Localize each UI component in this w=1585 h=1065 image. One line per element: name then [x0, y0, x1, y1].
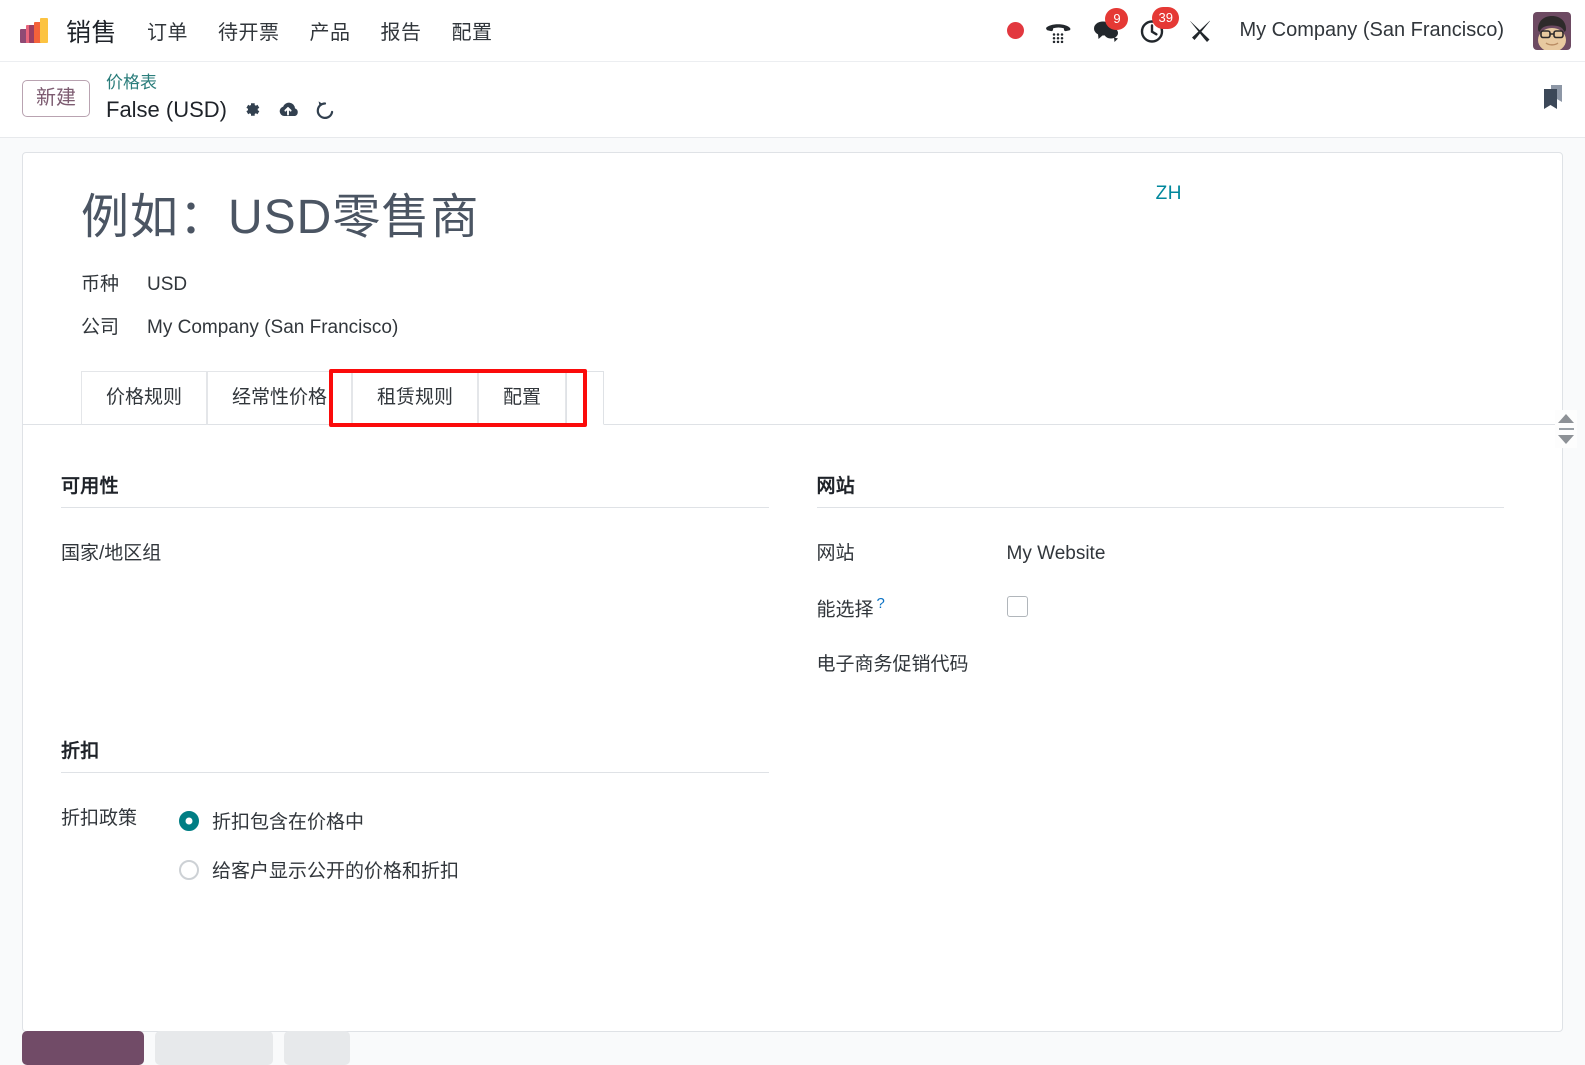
field-label-company: 公司: [81, 312, 147, 339]
label-website: 网站: [817, 542, 1007, 567]
right-column: 网站 网站 My Website 能选择? 电子商务促销代码: [817, 471, 1525, 912]
nav-configuration[interactable]: 配置: [452, 16, 493, 45]
footer-action-bar: [0, 1031, 1585, 1051]
label-country-groups: 国家/地区组: [61, 542, 251, 567]
company-switcher[interactable]: My Company (San Francisco): [1239, 19, 1504, 42]
spinner-down-icon[interactable]: [1558, 435, 1574, 444]
primary-action-button[interactable]: [22, 1031, 144, 1065]
phone-keypad-icon[interactable]: [1043, 17, 1073, 45]
app-name[interactable]: 销售: [66, 13, 117, 49]
gear-icon[interactable]: [241, 99, 262, 120]
value-website[interactable]: My Website: [1007, 542, 1106, 567]
bookmark-icon[interactable]: [1535, 80, 1569, 114]
field-company: 公司 My Company (San Francisco): [81, 312, 1524, 339]
nav-products[interactable]: 产品: [310, 16, 351, 45]
notebook-tab-strip: 价格规则 经常性价格 租赁规则 配置: [23, 371, 1562, 425]
cloud-upload-icon[interactable]: [276, 100, 300, 120]
language-badge[interactable]: ZH: [1156, 183, 1182, 205]
undo-arrow-icon[interactable]: [314, 99, 336, 120]
tab-recurring-prices[interactable]: 经常性价格: [207, 371, 352, 425]
discount-included-label: 折扣包含在价格中: [212, 807, 364, 834]
radio-selected-icon[interactable]: [179, 811, 199, 831]
notebook: 价格规则 经常性价格 租赁规则 配置 可用性 国家/地区组 折扣: [61, 371, 1524, 911]
group-title-availability: 可用性: [61, 471, 769, 508]
scroll-spinner[interactable]: [1555, 410, 1577, 448]
breadcrumb: 价格表 False (USD): [106, 72, 336, 123]
tools-wrench-icon[interactable]: [1186, 17, 1214, 45]
spinner-divider: [1559, 428, 1574, 430]
tab-price-rules[interactable]: 价格规则: [81, 371, 207, 425]
tab-rental-rules[interactable]: 租赁规则: [352, 371, 478, 425]
group-title-discount: 折扣: [61, 736, 769, 773]
discount-policy-radio-group: 折扣包含在价格中 给客户显示公开的价格和折扣: [179, 807, 459, 883]
field-value-company[interactable]: My Company (San Francisco): [147, 317, 398, 339]
selectable-checkbox[interactable]: [1007, 596, 1028, 617]
page-title[interactable]: 例如：USD零售商: [81, 189, 1524, 247]
main-menu: 订单 待开票 产品 报告 配置: [147, 16, 493, 45]
tab-configuration[interactable]: 配置: [478, 371, 566, 425]
breadcrumb-current-record: False (USD): [106, 96, 227, 124]
label-selectable: 能选择?: [817, 594, 1007, 623]
messages-badge: 9: [1105, 8, 1128, 30]
control-panel: 新建 价格表 False (USD): [0, 62, 1585, 138]
tab-blank[interactable]: [566, 371, 604, 425]
field-label-currency: 币种: [81, 269, 147, 296]
odoo-logo-icon[interactable]: [18, 14, 52, 48]
clock-activities-icon[interactable]: 39: [1139, 17, 1167, 45]
new-record-button[interactable]: 新建: [22, 80, 90, 117]
navbar-right-tools: 9 39 My Company (San Francisco): [1007, 12, 1571, 50]
help-icon[interactable]: ?: [877, 595, 885, 612]
label-ecommerce-promo-code: 电子商务促销代码: [817, 653, 969, 678]
row-website: 网站 My Website: [817, 542, 1525, 567]
spinner-up-icon[interactable]: [1558, 414, 1574, 423]
record-dot-icon[interactable]: [1007, 22, 1024, 39]
activities-badge: 39: [1152, 7, 1178, 29]
tertiary-action-button[interactable]: [284, 1031, 350, 1065]
sheet-background: 例如：USD零售商 ZH 币种 USD 公司 My Company (San F…: [0, 138, 1585, 1050]
nav-orders[interactable]: 订单: [147, 16, 188, 45]
chat-bubbles-icon[interactable]: 9: [1092, 18, 1120, 44]
top-navbar: 销售 订单 待开票 产品 报告 配置: [0, 0, 1585, 62]
label-discount-policy: 折扣政策: [61, 807, 179, 832]
nav-reporting[interactable]: 报告: [381, 16, 422, 45]
group-title-website: 网站: [817, 471, 1505, 508]
row-ecommerce-promo-code: 电子商务促销代码: [817, 653, 1525, 678]
row-country-groups: 国家/地区组: [61, 542, 769, 567]
label-selectable-text: 能选择: [817, 600, 874, 621]
discount-shown-label: 给客户显示公开的价格和折扣: [212, 856, 459, 883]
left-column: 可用性 国家/地区组 折扣 折扣政策 折扣包含在价格中: [61, 471, 769, 912]
field-value-currency[interactable]: USD: [147, 274, 187, 296]
discount-shown[interactable]: 给客户显示公开的价格和折扣: [179, 856, 459, 883]
value-selectable: [1007, 594, 1028, 625]
row-discount-policy: 折扣政策 折扣包含在价格中 给客户显示公开的价格和折扣: [61, 807, 769, 883]
breadcrumb-parent-link[interactable]: 价格表: [106, 72, 336, 95]
avatar[interactable]: [1533, 12, 1571, 50]
discount-included[interactable]: 折扣包含在价格中: [179, 807, 459, 834]
field-currency: 币种 USD: [81, 269, 1524, 296]
secondary-action-button[interactable]: [155, 1031, 273, 1065]
tab-panel: 可用性 国家/地区组 折扣 折扣政策 折扣包含在价格中: [61, 425, 1524, 912]
nav-to-invoice[interactable]: 待开票: [218, 16, 280, 45]
row-selectable: 能选择?: [817, 594, 1525, 625]
radio-unselected-icon[interactable]: [179, 860, 199, 880]
form-sheet: 例如：USD零售商 ZH 币种 USD 公司 My Company (San F…: [22, 152, 1563, 1032]
